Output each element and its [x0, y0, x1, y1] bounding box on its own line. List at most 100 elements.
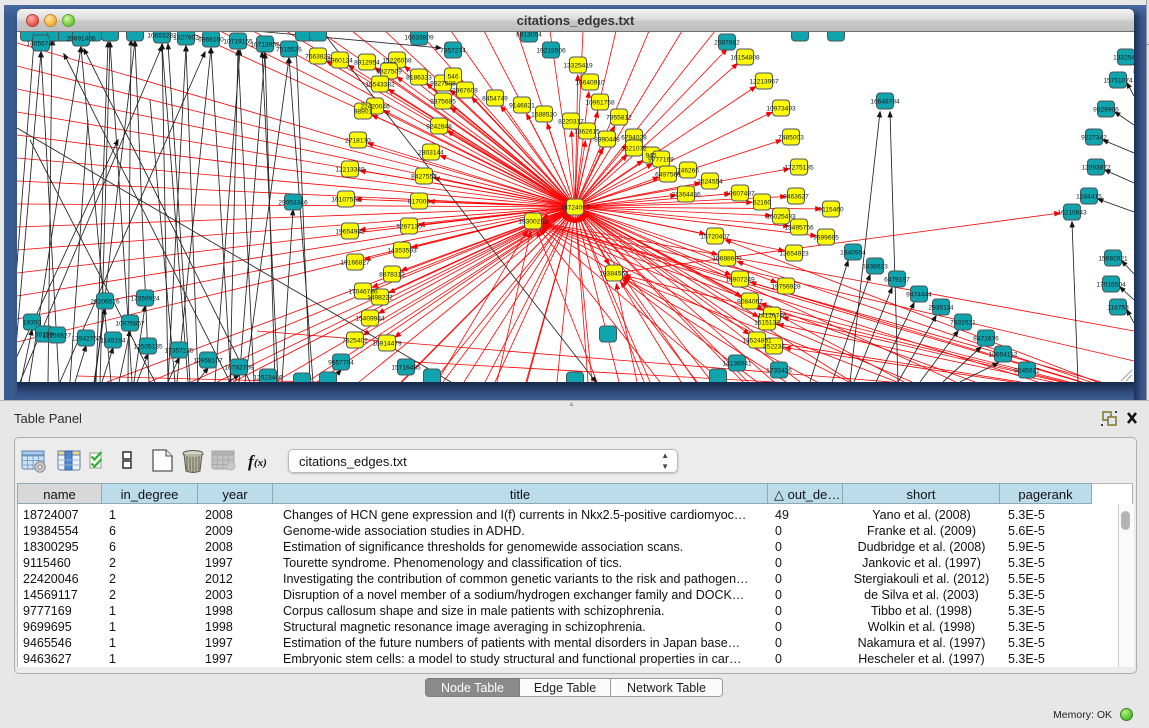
svg-text:19218506: 19218506: [536, 47, 566, 54]
svg-text:11156827: 11156827: [43, 332, 72, 339]
svg-text:16914479: 16914479: [372, 340, 402, 347]
svg-text:9327508: 9327508: [430, 80, 456, 87]
svg-text:98901: 98901: [354, 108, 373, 115]
svg-text:13654923: 13654923: [779, 250, 809, 257]
svg-text:9657794: 9657794: [328, 359, 354, 366]
svg-text:12505135: 12505135: [133, 343, 163, 350]
svg-text:10961758: 10961758: [585, 99, 615, 106]
svg-text:252234: 252234: [763, 343, 785, 350]
svg-text:1621072: 1621072: [621, 145, 647, 152]
svg-text:15409944: 15409944: [355, 315, 385, 322]
svg-text:546: 546: [447, 73, 458, 80]
svg-text:6479197: 6479197: [884, 276, 910, 283]
svg-text:21364436: 21364436: [671, 191, 701, 198]
svg-text:17016504: 17016504: [1096, 281, 1126, 288]
svg-text:1327602: 1327602: [173, 34, 199, 41]
svg-text:12213349: 12213349: [335, 166, 365, 173]
svg-text:10973493: 10973493: [766, 105, 796, 112]
svg-text:1588520: 1588520: [531, 111, 557, 118]
svg-text:1362615: 1362615: [574, 128, 600, 135]
svg-text:6497568: 6497568: [655, 171, 681, 178]
svg-text:12942757: 12942757: [71, 335, 101, 342]
svg-text:18907249: 18907249: [725, 276, 755, 283]
svg-text:14353593: 14353593: [387, 247, 417, 254]
svg-text:5938923: 5938923: [862, 263, 888, 270]
svg-text:16107552: 16107552: [331, 196, 361, 203]
svg-text:2935114: 2935114: [928, 304, 954, 311]
svg-text:6966160: 6966160: [198, 36, 224, 43]
svg-text:18724007: 18724007: [560, 204, 590, 211]
svg-text:16210643: 16210643: [1057, 209, 1087, 216]
svg-text:9242848: 9242848: [426, 123, 452, 130]
svg-text:2967608: 2967608: [452, 87, 478, 94]
svg-text:14120746: 14120746: [757, 312, 787, 319]
svg-text:19350: 19350: [23, 319, 42, 326]
svg-text:116753: 116753: [1107, 304, 1129, 311]
svg-text:2718170: 2718170: [345, 137, 371, 144]
svg-text:14136941: 14136941: [722, 360, 752, 367]
svg-text:12213967: 12213967: [749, 78, 779, 85]
svg-text:16025433: 16025433: [766, 213, 796, 220]
svg-text:1332544: 1332544: [1113, 54, 1134, 61]
svg-text:15692921: 15692921: [1098, 255, 1128, 262]
svg-text:19756928: 19756928: [771, 283, 801, 290]
svg-text:7357274: 7357274: [440, 47, 466, 54]
svg-text:8990448: 8990448: [594, 136, 620, 143]
svg-text:9463627: 9463627: [783, 193, 809, 200]
svg-text:9146821: 9146821: [509, 102, 535, 109]
svg-text:9327509: 9327509: [376, 68, 402, 75]
svg-text:2087682: 2087682: [714, 39, 740, 46]
svg-text:1244415: 1244415: [1076, 193, 1102, 200]
svg-text:(x): (x): [254, 457, 267, 469]
svg-text:62160: 62160: [753, 199, 772, 206]
svg-text:10719155: 10719155: [223, 38, 253, 45]
svg-text:10607487: 10607487: [725, 190, 755, 197]
svg-text:817006: 817006: [408, 198, 430, 205]
svg-text:1145194: 1145194: [100, 337, 126, 344]
svg-text:16648784: 16648784: [870, 98, 900, 105]
svg-text:8960124: 8960124: [327, 57, 353, 64]
svg-text:16154808: 16154808: [730, 54, 760, 61]
svg-text:9227342: 9227342: [1081, 134, 1107, 141]
svg-text:7515536: 7515536: [276, 46, 302, 53]
svg-text:10688609: 10688609: [712, 255, 742, 262]
svg-text:9777169: 9777169: [648, 156, 674, 163]
svg-text:20206576: 20206576: [90, 298, 120, 305]
svg-text:18300295: 18300295: [518, 218, 548, 225]
svg-text:16033809: 16033809: [404, 34, 434, 41]
svg-text:10654112: 10654112: [989, 351, 1018, 358]
svg-text:10975857: 10975857: [115, 320, 145, 327]
svg-text:19384554: 19384554: [599, 270, 629, 277]
svg-text:9245612: 9245612: [1014, 367, 1040, 374]
svg-text:19654982: 19654982: [335, 228, 365, 235]
svg-text:8912954: 8912954: [354, 59, 380, 66]
svg-text:15720407: 15720407: [700, 233, 730, 240]
svg-text:3267130: 3267130: [396, 223, 422, 230]
svg-text:17359924: 17359924: [130, 295, 160, 302]
svg-text:8878312: 8878312: [379, 271, 405, 278]
svg-text:9084067: 9084067: [737, 298, 763, 305]
svg-text:15226058: 15226058: [382, 57, 412, 64]
svg-text:9115460: 9115460: [818, 206, 844, 213]
svg-text:20691406: 20691406: [66, 35, 96, 42]
svg-text:2803144: 2803144: [418, 149, 444, 156]
svg-text:1640954: 1640954: [840, 249, 866, 256]
svg-text:1498222: 1498222: [367, 294, 393, 301]
svg-text:8427552: 8427552: [411, 173, 437, 180]
svg-text:15751074: 15751074: [1103, 77, 1133, 84]
svg-text:1615132: 1615132: [754, 319, 780, 326]
svg-text:9474444: 9474444: [906, 291, 932, 298]
svg-text:17275135: 17275135: [784, 164, 814, 171]
svg-text:10958107: 10958107: [193, 357, 223, 364]
svg-text:7625402: 7625402: [342, 337, 368, 344]
svg-text:16543382: 16543382: [365, 81, 395, 88]
svg-text:29053346: 29053346: [278, 199, 308, 206]
svg-text:16640910: 16640910: [575, 79, 605, 86]
svg-text:14055724: 14055724: [26, 40, 56, 47]
svg-text:8186323: 8186323: [406, 74, 432, 81]
svg-text:17357225: 17357225: [164, 347, 194, 354]
svg-text:3624554: 3624554: [697, 178, 723, 185]
svg-text:8471676: 8471676: [973, 335, 999, 342]
svg-text:9699695: 9699695: [813, 234, 839, 241]
svg-text:19166827: 19166827: [340, 259, 370, 266]
